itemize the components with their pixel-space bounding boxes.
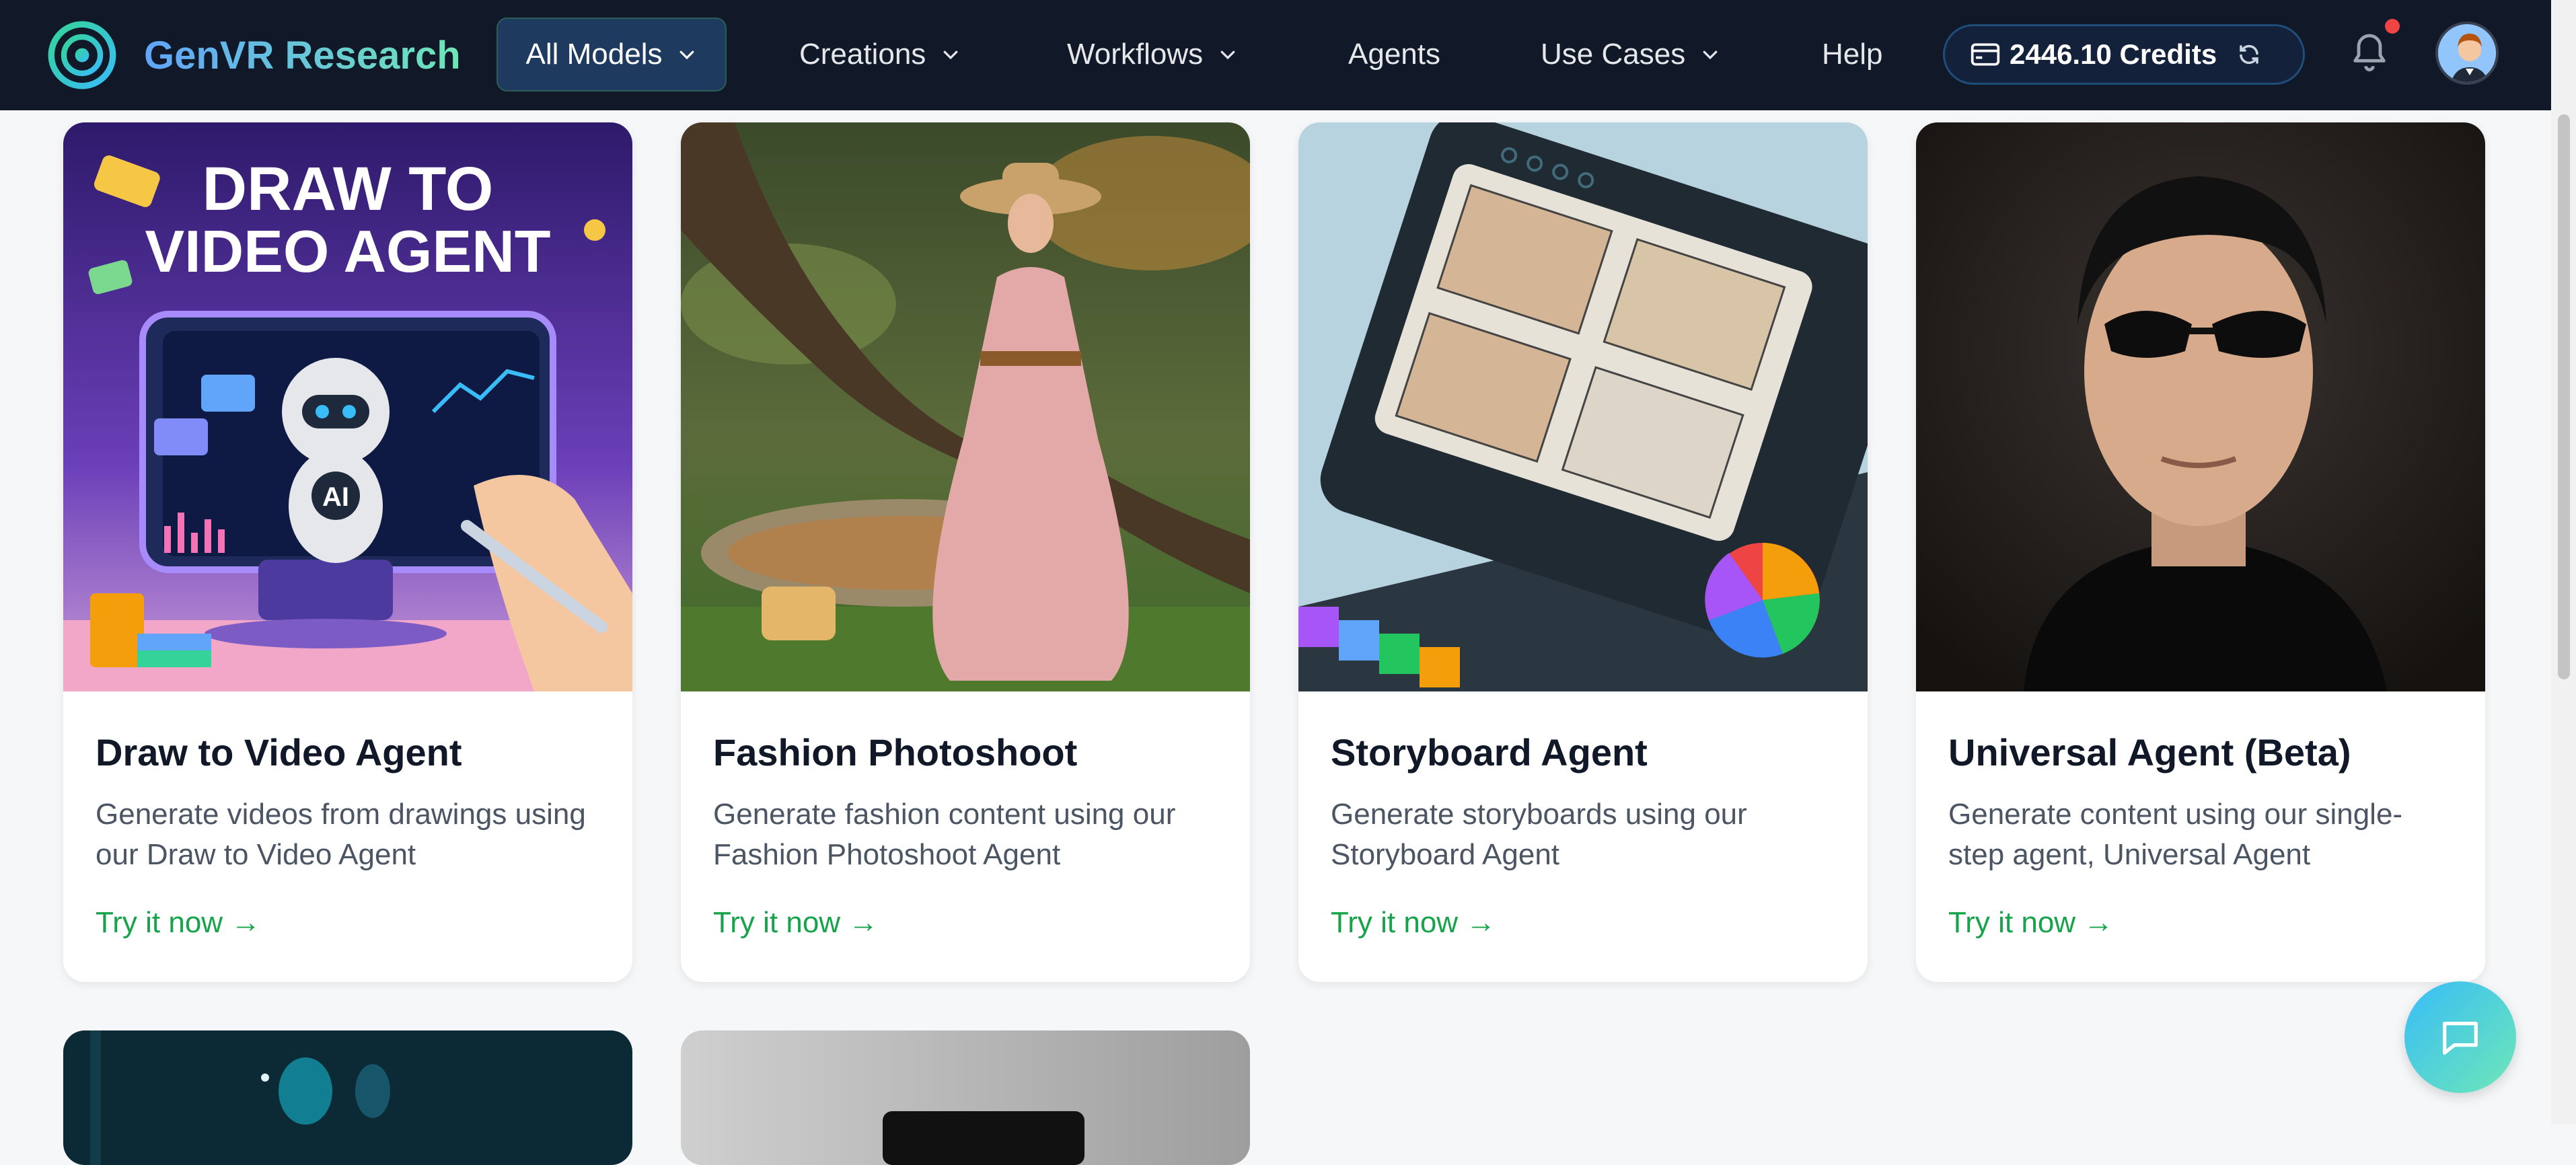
nav-workflows[interactable]: Workflows	[1067, 17, 1238, 91]
universal-agent-portrait-image	[1916, 122, 2485, 691]
card-description: Generate videos from drawings using our …	[96, 798, 586, 871]
fashion-photoshoot-image	[681, 122, 1250, 691]
try-it-now-link[interactable]: Try it now →	[1948, 906, 2113, 940]
card-description: Generate storyboards using our Storyboar…	[1331, 798, 1747, 871]
brand-logo-icon	[48, 21, 116, 89]
chevron-down-icon	[1220, 50, 1235, 60]
chevron-down-icon	[943, 50, 958, 60]
thumb-title-line2: VIDEO AGENT	[145, 218, 550, 285]
storyboard-thumbnail	[1298, 122, 1868, 691]
agent-card-storyboard[interactable]: Storyboard Agent Generate storyboards us…	[1298, 122, 1868, 982]
thumb-title-line1: DRAW TO	[203, 155, 494, 223]
nav-all-models[interactable]: All Models	[496, 17, 727, 91]
nav-all-models-label: All Models	[525, 38, 663, 71]
card-title: Universal Agent (Beta)	[1948, 731, 2351, 774]
page-scrollbar-thumb[interactable]	[2558, 114, 2570, 679]
nav-creations[interactable]: Creations	[799, 17, 961, 91]
card-description: Generate content using our single-step a…	[1948, 798, 2403, 871]
refresh-icon[interactable]	[2237, 42, 2261, 67]
nav-agents[interactable]: Agents	[1348, 17, 1440, 91]
card-title: Draw to Video Agent	[96, 731, 462, 774]
top-navbar: GenVR Research All Models Creations Work…	[0, 0, 2551, 110]
universal-agent-thumbnail	[1916, 122, 2485, 691]
fashion-photoshoot-thumbnail	[681, 122, 1250, 691]
card-title: Storyboard Agent	[1331, 731, 1648, 774]
storyboard-tablet-image	[1298, 122, 1868, 691]
try-it-now-link[interactable]: Try it now →	[1331, 906, 1496, 940]
notification-badge	[2385, 19, 2400, 34]
robot-ai-badge: AI	[322, 482, 349, 512]
agent-card-draw-to-video[interactable]: DRAW TO VIDEO AGENT AI Draw to Video Age…	[63, 122, 632, 982]
nav-use-cases-label: Use Cases	[1541, 38, 1686, 71]
credit-card-icon	[1971, 43, 2000, 66]
agent-card-fashion-photoshoot[interactable]: Fashion Photoshoot Generate fashion cont…	[681, 122, 1250, 982]
brand[interactable]: GenVR Research	[47, 20, 461, 90]
try-it-now-link[interactable]: Try it now →	[96, 906, 260, 940]
nav-help-label: Help	[1822, 38, 1883, 71]
avatar[interactable]	[2435, 22, 2499, 85]
brand-name: GenVR Research	[144, 33, 461, 77]
agent-card-row2-1[interactable]	[63, 1030, 632, 1165]
credits-button[interactable]: 2446.10 Credits	[1943, 24, 2305, 85]
card-description: Generate fashion content using our Fashi…	[713, 798, 1176, 871]
nav-use-cases[interactable]: Use Cases	[1541, 17, 1720, 91]
chevron-down-icon	[680, 50, 694, 60]
agent-card-universal-agent[interactable]: Universal Agent (Beta) Generate content …	[1916, 122, 2485, 982]
nav-help[interactable]: Help	[1822, 17, 1883, 91]
card-title: Fashion Photoshoot	[713, 731, 1078, 774]
chevron-down-icon	[1703, 50, 1718, 60]
nav-agents-label: Agents	[1348, 38, 1440, 71]
chat-bubble-icon	[2443, 1021, 2478, 1055]
try-it-now-link[interactable]: Try it now →	[713, 906, 878, 940]
notification-bell-icon[interactable]	[2348, 28, 2391, 75]
row2-card-2-thumbnail	[681, 1030, 1250, 1165]
credits-label: 2446.10 Credits	[2010, 38, 2217, 70]
draw-to-video-illustration: DRAW TO VIDEO AGENT AI	[63, 122, 632, 691]
chat-button[interactable]	[2404, 981, 2516, 1093]
nav-creations-label: Creations	[799, 38, 926, 71]
nav-workflows-label: Workflows	[1067, 38, 1204, 71]
agent-card-row2-2[interactable]	[681, 1030, 1250, 1165]
row2-card-1-thumbnail	[63, 1030, 632, 1165]
draw-to-video-thumbnail: DRAW TO VIDEO AGENT AI	[63, 122, 632, 691]
user-avatar-icon	[2438, 24, 2496, 82]
